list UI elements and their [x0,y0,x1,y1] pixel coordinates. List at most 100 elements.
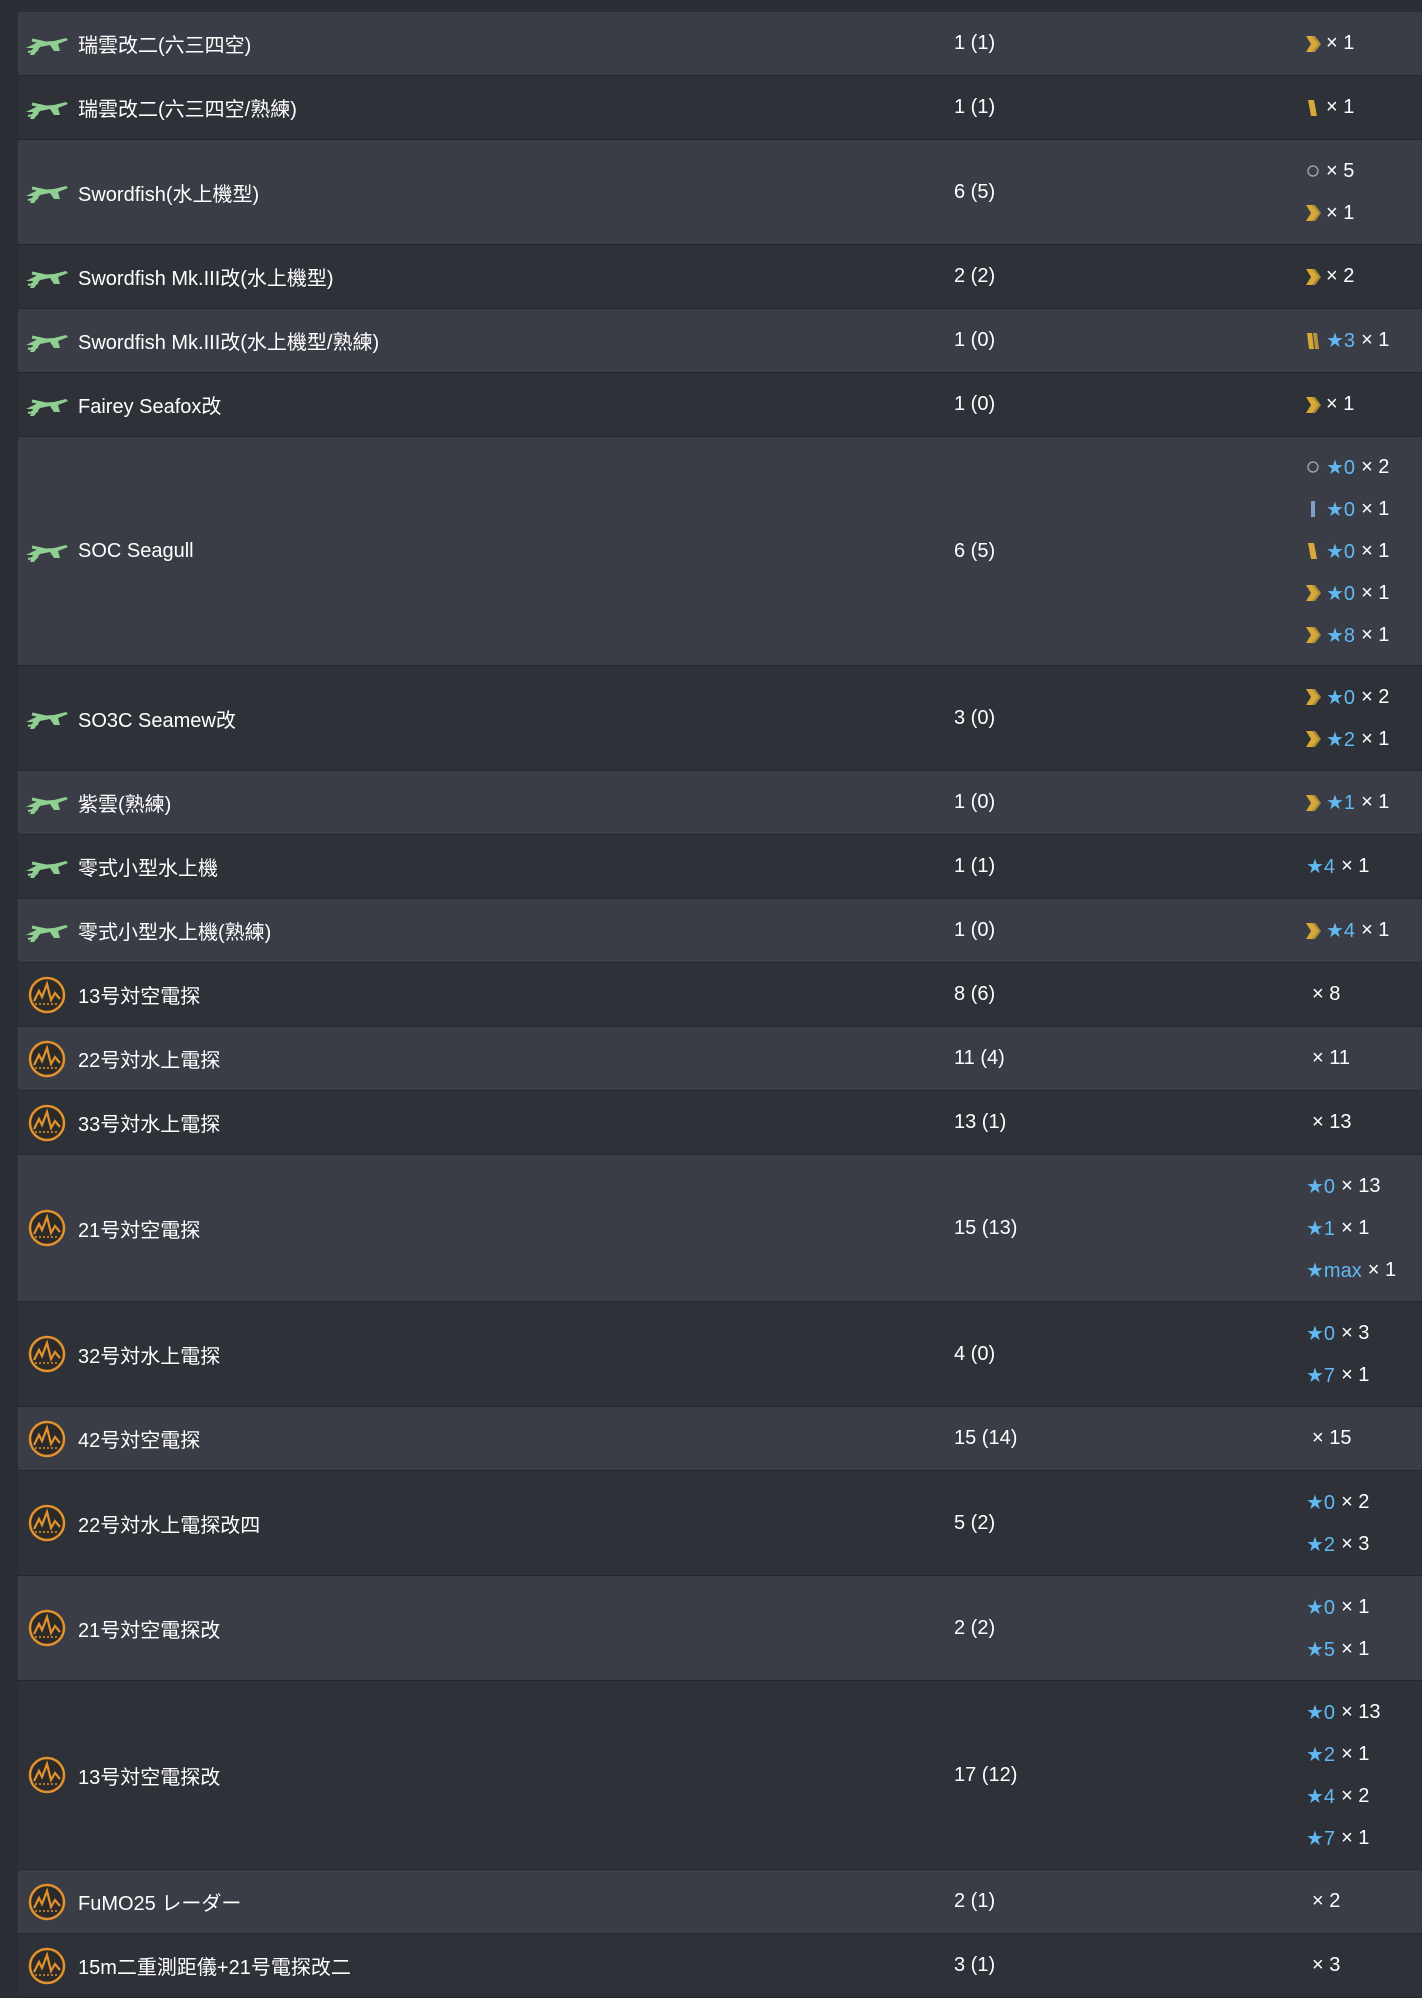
equipment-name-cell: 21号対空電探 [18,1208,954,1248]
proficiency-bar-gold-icon [1302,97,1324,119]
table-row: Fairey Seafox改 1 (0) × 1 [18,373,1422,437]
improvement-levels: ★1 × 1 [1302,782,1422,824]
equipment-name-cell: 32号対水上電探 [18,1334,954,1374]
table-row: FuMO25 レーダー 2 (1) × 2 [18,1870,1422,1934]
star-level: ★max [1306,1259,1362,1282]
table-row: 瑞雲改二(六三四空/熟練) 1 (1) × 1 [18,76,1422,140]
equipment-name-cell: 零式小型水上機(熟練) [18,911,954,951]
star-level: ★7 [1306,1364,1336,1387]
equipment-count: 5 (2) [954,1511,996,1534]
level-quantity: × 1 [1361,581,1390,604]
level-line: × 11 [1312,1038,1422,1080]
level-line: ★0 × 1 [1302,530,1422,572]
table-row: SOC Seagull 6 (5) ★0 × 2 ★0 × 1 ★0 × 1 ★0 × 1 ★8… [18,437,1422,666]
equipment-count: 1 (0) [954,329,996,351]
level-quantity: × 8 [1312,983,1341,1005]
star-level: ★4 [1306,1785,1336,1808]
proficiency-circle-icon [1302,456,1324,478]
star-level: ★0 [1326,582,1356,605]
equipment-name: 22号対水上電探 [78,1050,221,1072]
level-quantity: × 1 [1361,623,1390,646]
level-quantity: × 3 [1341,1321,1370,1344]
equipment-count: 1 (1) [954,855,996,877]
improvement-levels: × 13 [1302,1102,1422,1144]
improvement-levels: ★0 × 2 ★2 × 1 [1302,676,1422,760]
improvement-levels: × 2 [1302,256,1422,298]
level-quantity: × 2 [1326,265,1355,287]
table-row: 零式小型水上機 1 (1) ★4 × 1 [18,835,1422,899]
seaplane-icon [24,321,70,361]
equipment-name: Swordfish Mk.III改(水上機型) [78,268,334,290]
proficiency-bar-blue-icon [1302,498,1324,520]
improvement-levels: × 8 [1302,974,1422,1016]
radar-icon [24,975,70,1015]
equipment-name: 瑞雲改二(六三四空) [78,35,252,57]
equipment-count: 1 (0) [954,393,996,415]
improvement-levels: ★0 × 2 ★0 × 1 ★0 × 1 ★0 × 1 ★8 × 1 [1302,446,1422,656]
equipment-name: 21号対空電探 [78,1219,201,1242]
level-quantity: × 2 [1361,685,1390,708]
level-quantity: × 1 [1326,32,1355,54]
improvement-levels: × 1 [1302,87,1422,129]
level-line: ★0 × 2 [1302,676,1422,718]
table-row: Swordfish(水上機型) 6 (5) × 5 × 1 [18,140,1422,245]
equipment-name-cell: Fairey Seafox改 [18,385,954,425]
level-quantity: × 3 [1312,1954,1341,1976]
improvement-levels: × 11 [1302,1038,1422,1080]
equipment-count: 1 (1) [954,32,996,54]
level-line: ★4 × 2 [1306,1775,1422,1817]
star-level: ★0 [1306,1596,1336,1619]
table-row: 零式小型水上機(熟練) 1 (0) ★4 × 1 [18,899,1422,963]
level-line: × 13 [1312,1102,1422,1144]
equipment-name: 15m二重測距儀+21号電探改二 [78,1957,351,1979]
seaplane-icon [24,24,70,64]
table-row: Swordfish Mk.III改(水上機型) 2 (2) × 2 [18,245,1422,309]
proficiency-chevron-double-icon [1302,202,1324,224]
table-row: 紫雲(熟練) 1 (0) ★1 × 1 [18,771,1422,835]
star-level: ★0 [1326,456,1356,479]
proficiency-chevron-double-icon [1302,792,1324,814]
level-quantity: × 1 [1326,96,1355,118]
improvement-levels: × 1 [1302,23,1422,65]
equipment-name-cell: 瑞雲改二(六三四空/熟練) [18,88,954,128]
equipment-name: 零式小型水上機(熟練) [78,922,272,944]
level-line: × 3 [1312,1945,1422,1987]
equipment-count: 15 (13) [954,1216,1018,1239]
level-quantity: × 1 [1341,1595,1370,1618]
radar-icon [24,1103,70,1143]
equipment-name: 紫雲(熟練) [78,794,172,816]
table-row: 22号対水上電探改四 5 (2) ★0 × 2 ★2 × 3 [18,1471,1422,1576]
level-quantity: × 2 [1361,455,1390,478]
equipment-name-cell: 21号対空電探改 [18,1608,954,1648]
seaplane-icon [24,88,70,128]
improvement-levels: × 5 × 1 [1302,150,1422,234]
improvement-levels: × 3 [1302,1945,1422,1987]
equipment-count: 3 (1) [954,1954,996,1976]
equipment-name-cell: FuMO25 レーダー [18,1882,954,1922]
radar-icon [24,1334,70,1374]
equipment-count: 6 (5) [954,539,996,562]
equipment-name: Swordfish Mk.III改(水上機型/熟練) [78,332,380,354]
proficiency-bar-gold-double-icon [1302,330,1324,352]
level-quantity: × 1 [1341,1742,1370,1765]
star-level: ★0 [1306,1701,1336,1724]
level-quantity: × 1 [1341,1363,1370,1386]
star-level: ★2 [1326,728,1356,751]
level-quantity: × 1 [1361,727,1390,750]
level-line: × 5 [1302,150,1422,192]
equipment-count: 1 (0) [954,791,996,813]
improvement-levels: ★0 × 1 ★5 × 1 [1302,1586,1422,1670]
proficiency-chevron-double-icon [1302,582,1324,604]
proficiency-chevron-double-icon [1302,394,1324,416]
improvement-levels: ★0 × 2 ★2 × 3 [1302,1481,1422,1565]
level-line: ★1 × 1 [1306,1207,1422,1249]
level-quantity: × 1 [1361,919,1390,941]
proficiency-chevron-double-icon [1302,33,1324,55]
equipment-name: SO3C Seamew改 [78,709,236,732]
star-level: ★2 [1306,1743,1336,1766]
level-quantity: × 15 [1312,1427,1352,1449]
level-line: × 2 [1312,1881,1422,1923]
level-line: × 2 [1302,256,1422,298]
seaplane-icon [24,911,70,951]
proficiency-chevron-double-icon [1302,266,1324,288]
